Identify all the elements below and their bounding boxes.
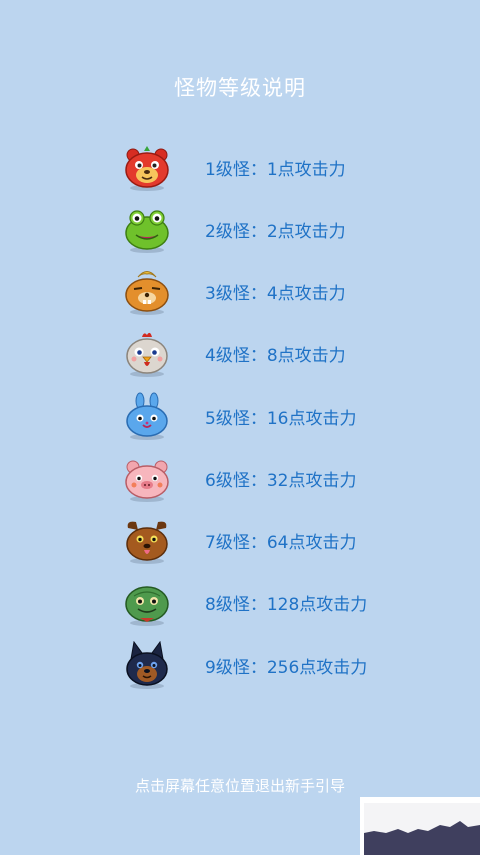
- orange-lion-monster-icon: [125, 271, 169, 315]
- pink-pig-monster-icon: [125, 460, 169, 502]
- white-chicken-monster-icon: [126, 332, 168, 377]
- monster-level-label: 1级怪：1点攻击力: [205, 160, 346, 180]
- monster-level-label: 4级怪：8点攻击力: [205, 346, 346, 366]
- monster-row-level-6: 6级怪：32点攻击力: [122, 454, 422, 504]
- video-thumbnail: [360, 797, 480, 855]
- monster-row-level-2: 2级怪：2点攻击力: [122, 205, 422, 255]
- monster-row-level-9: 9级怪：256点攻击力: [122, 641, 422, 691]
- landscape-thumbnail-image: [364, 803, 480, 855]
- blue-rabbit-monster-icon: [126, 392, 168, 440]
- exit-guide-hint: 点击屏幕任意位置退出新手引导: [134, 777, 345, 795]
- brown-dog-monster-icon: [126, 521, 168, 564]
- monster-level-label: 9级怪：256点攻击力: [205, 658, 368, 678]
- monster-level-list: 1级怪：1点攻击力 2级怪：2点攻击力 3级怪：4点攻击力 4级怪：8点攻击力 …: [0, 0, 480, 855]
- monster-row-level-3: 3级怪：4点攻击力: [122, 267, 422, 317]
- monster-row-level-4: 4级怪：8点攻击力: [122, 329, 422, 379]
- monster-row-level-1: 1级怪：1点攻击力: [122, 143, 422, 193]
- monster-row-level-5: 5级怪：16点攻击力: [122, 392, 422, 442]
- monster-level-label: 7级怪：64点攻击力: [205, 533, 357, 553]
- monster-row-level-7: 7级怪：64点攻击力: [122, 516, 422, 566]
- monster-level-label: 8级怪：128点攻击力: [205, 595, 368, 615]
- monster-level-label: 6级怪：32点攻击力: [205, 471, 357, 491]
- monster-level-label: 5级怪：16点攻击力: [205, 409, 357, 429]
- red-bear-monster-icon: [125, 146, 169, 191]
- monster-level-label: 3级怪：4点攻击力: [205, 284, 346, 304]
- green-frog-monster-icon: [125, 210, 169, 253]
- monster-level-label: 2级怪：2点攻击力: [205, 222, 346, 242]
- dark-wolf-monster-icon: [126, 641, 168, 689]
- green-turtle-monster-icon: [125, 586, 169, 626]
- monster-row-level-8: 8级怪：128点攻击力: [122, 578, 422, 628]
